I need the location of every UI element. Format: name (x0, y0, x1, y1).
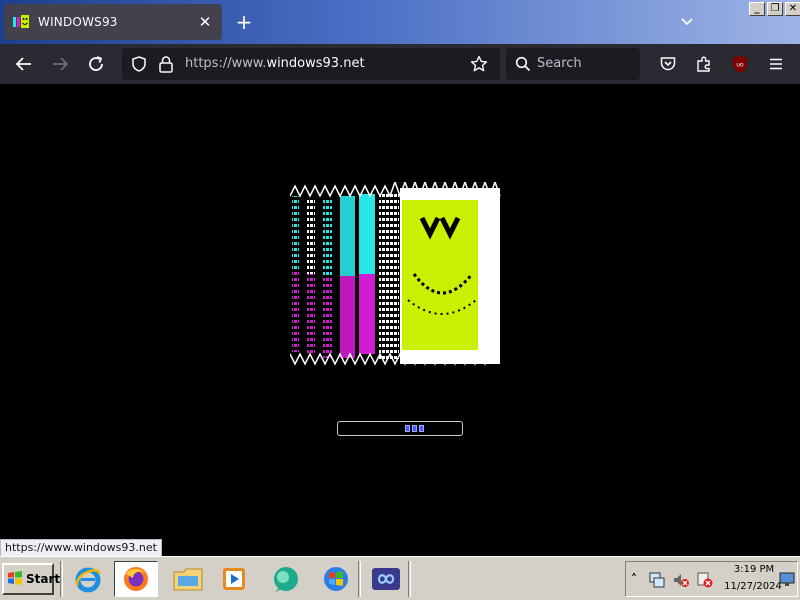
progress-segment (412, 425, 417, 432)
taskbar: Start ˄ 3:19 PM 11/27/2024 (0, 556, 800, 600)
volume-muted-icon[interactable] (672, 571, 690, 593)
url-host: windows93.net (266, 56, 365, 71)
clock-time[interactable]: 3:19 PM (732, 564, 776, 575)
tab-strip: WINDOWS93 ✕ + _ ❐ ✕ (0, 0, 800, 44)
start-label: Start (26, 572, 61, 586)
clock-date[interactable]: 11/27/2024 (722, 581, 784, 592)
list-all-tabs-chevron-down-icon[interactable] (676, 10, 698, 32)
tab-windows93[interactable]: WINDOWS93 ✕ (4, 4, 222, 40)
windows93-favicon-icon (12, 14, 30, 30)
taskbar-separator (408, 561, 411, 597)
taskbar-separator (60, 561, 63, 597)
navigation-toolbar: https://www.windows93.net Search uo (0, 44, 800, 84)
minimize-button[interactable]: _ (749, 2, 765, 16)
show-hidden-icons-chevron-icon[interactable]: ˄ (631, 572, 637, 586)
progress-segment (419, 425, 424, 432)
reload-icon[interactable] (84, 52, 108, 76)
status-link-tooltip: https://www.windows93.net (0, 539, 162, 557)
forward-arrow-icon[interactable] (48, 52, 72, 76)
firefox-icon[interactable] (114, 561, 158, 597)
back-arrow-icon[interactable] (12, 52, 36, 76)
windows-flag-icon (7, 570, 23, 589)
restore-button[interactable]: ❐ (767, 2, 783, 16)
infinity-app-icon[interactable] (364, 561, 408, 597)
extensions-puzzle-icon[interactable] (692, 52, 716, 76)
security-alert-icon[interactable] (696, 571, 714, 593)
taskbar-separator (358, 561, 361, 597)
search-placeholder: Search (537, 56, 582, 71)
system-tray: ˄ 3:19 PM 11/27/2024 (625, 561, 798, 597)
messenger-icon[interactable] (264, 561, 308, 597)
start-button[interactable]: Start (2, 563, 60, 595)
windows93-logo (290, 182, 501, 366)
tab-title: WINDOWS93 (38, 15, 118, 29)
progress-segment (405, 425, 410, 432)
media-player-icon[interactable] (212, 561, 256, 597)
url-text[interactable]: https://www.windows93.net (185, 56, 365, 71)
url-prefix: https://www. (185, 56, 267, 71)
search-icon (515, 56, 531, 76)
ublock-origin-icon[interactable]: uo (728, 52, 752, 76)
close-window-button[interactable]: ✕ (785, 2, 800, 16)
new-tab-button[interactable]: + (232, 10, 256, 34)
tab-close-icon[interactable]: ✕ (196, 13, 214, 31)
windows-update-icon[interactable] (314, 561, 358, 597)
search-bar[interactable]: Search (506, 48, 640, 80)
show-desktop-monitor-icon[interactable] (778, 570, 796, 592)
window-controls: _ ❐ ✕ (749, 2, 800, 16)
page-content[interactable] (0, 84, 800, 556)
file-explorer-icon[interactable] (166, 561, 210, 597)
address-bar[interactable]: https://www.windows93.net (122, 48, 500, 80)
hamburger-menu-icon[interactable] (764, 52, 788, 76)
loading-progress-bar (337, 421, 463, 436)
lock-icon[interactable] (158, 55, 174, 77)
tracking-protection-shield-icon[interactable] (130, 55, 148, 77)
ublock-badge-text: uo (736, 62, 744, 69)
pocket-icon[interactable] (656, 52, 680, 76)
internet-explorer-icon[interactable] (66, 561, 110, 597)
bookmark-star-icon[interactable] (470, 55, 488, 77)
network-icon[interactable] (648, 571, 666, 593)
